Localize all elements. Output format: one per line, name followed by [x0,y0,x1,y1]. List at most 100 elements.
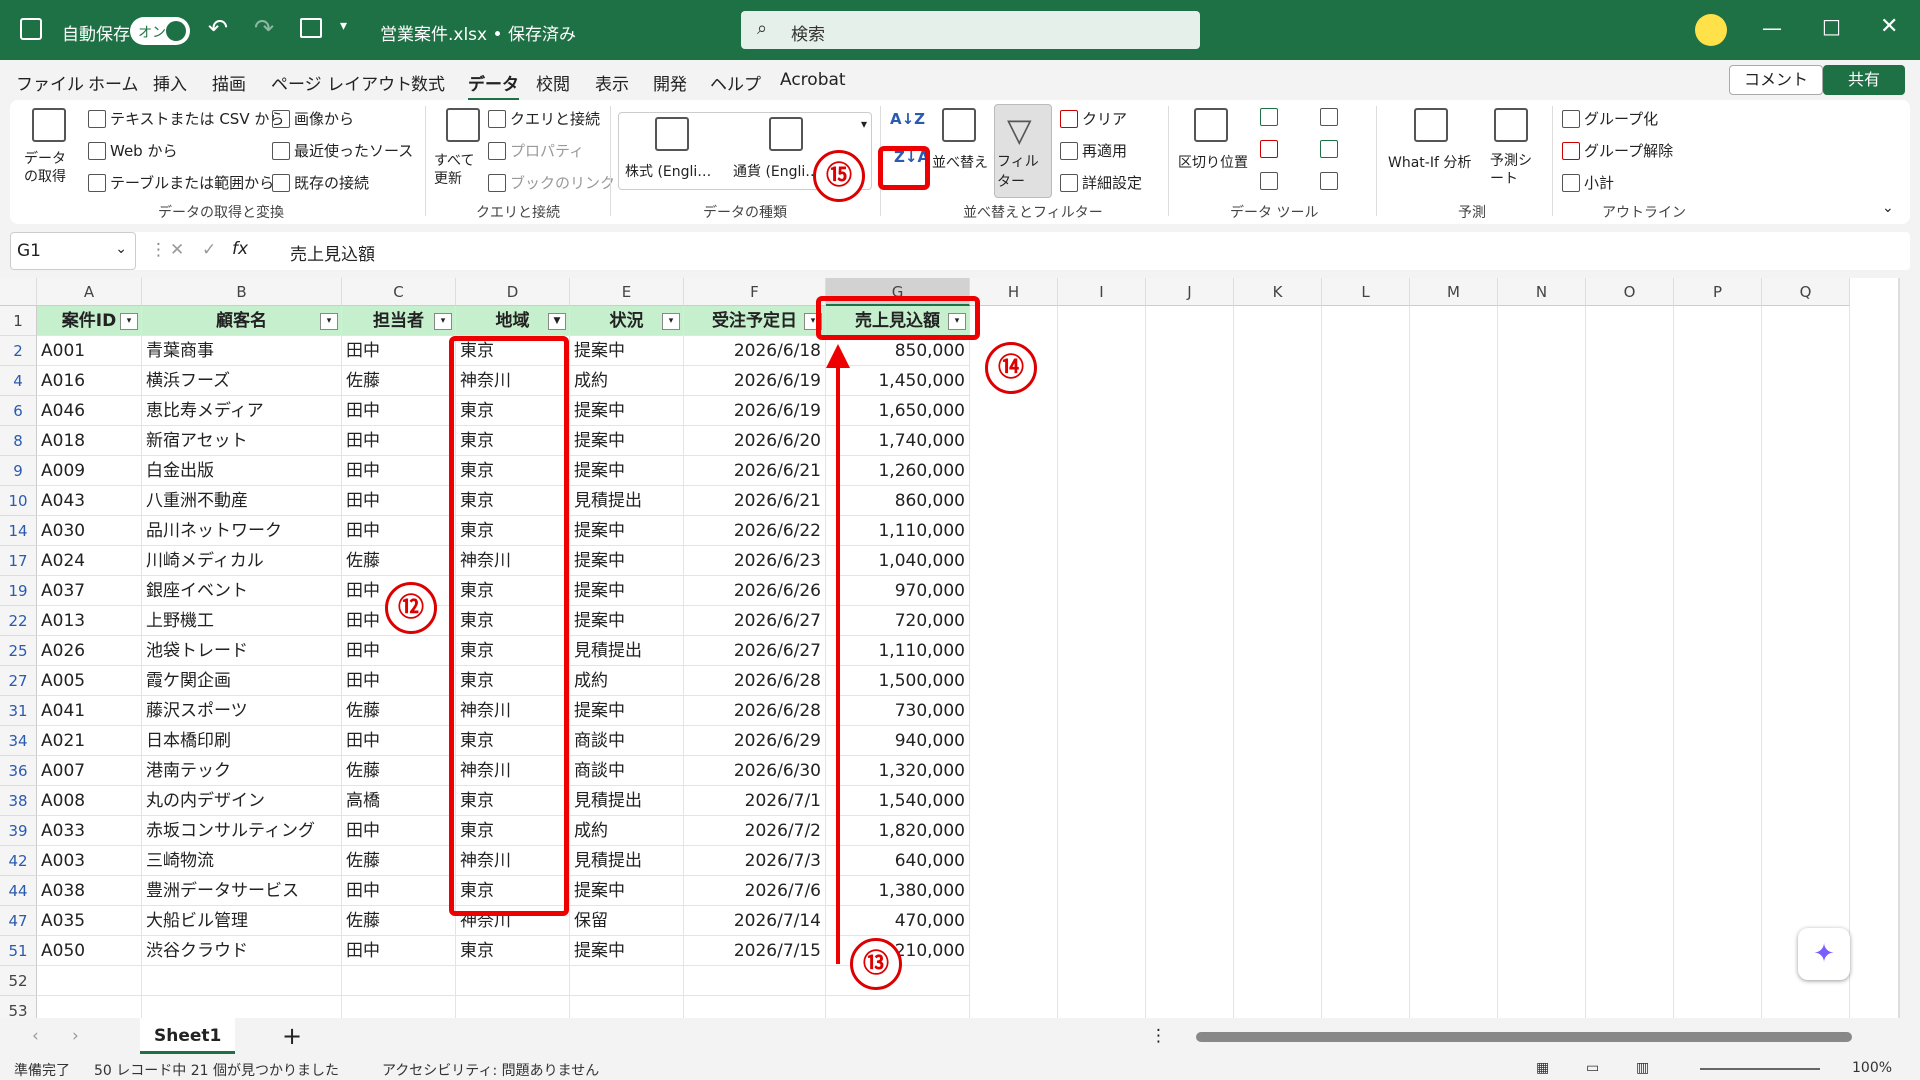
cell-owner[interactable]: 佐藤 [342,546,456,576]
cell-id[interactable]: A005 [37,666,142,696]
cell-amount[interactable]: 470,000 [826,906,970,936]
filter-dropdown-icon[interactable]: ▾ [120,313,138,330]
empty-cell[interactable] [456,966,570,996]
tab-developer[interactable]: 開発 [653,70,687,95]
consolidate-icon[interactable] [1320,108,1338,126]
cell-id[interactable]: A008 [37,786,142,816]
tab-acrobat[interactable]: Acrobat [780,70,846,90]
column-header[interactable]: A [37,278,142,306]
minimize-icon[interactable]: — [1762,16,1782,40]
cell-customer[interactable]: 藤沢スポーツ [142,696,342,726]
cell-customer[interactable]: 恵比寿メディア [142,396,342,426]
cell-status[interactable]: 提案中 [570,696,684,726]
status-accessibility[interactable]: アクセシビリティ: 問題ありません [382,1060,599,1080]
add-sheet-button[interactable]: + [282,1022,302,1050]
cell-status[interactable]: 見積提出 [570,846,684,876]
customize-qat-icon[interactable]: ▾ [340,18,347,34]
column-header[interactable]: O [1586,278,1674,306]
from-image-button[interactable]: 画像から [272,108,354,129]
insert-function-button[interactable]: fx [232,239,248,259]
row-header[interactable]: 31 [0,696,37,726]
column-header[interactable]: D [456,278,570,306]
advanced-filter-button[interactable]: 詳細設定 [1060,172,1142,193]
stocks-button[interactable]: 株式 (Engli… [625,161,711,181]
cell-owner[interactable]: 佐藤 [342,906,456,936]
row-header[interactable]: 14 [0,516,37,546]
select-all-corner[interactable] [0,278,37,306]
cell-owner[interactable]: 田中 [342,816,456,846]
cell-id[interactable]: A021 [37,726,142,756]
cell-date[interactable]: 2026/7/2 [684,816,826,846]
column-header[interactable]: I [1058,278,1146,306]
from-text-csv-button[interactable]: テキストまたは CSV から [88,108,284,129]
cell-date[interactable]: 2026/6/27 [684,636,826,666]
cell-id[interactable]: A013 [37,606,142,636]
cell-amount[interactable]: 1,540,000 [826,786,970,816]
cancel-icon[interactable]: ✕ [170,240,184,260]
cell-date[interactable]: 2026/7/3 [684,846,826,876]
row-header[interactable]: 22 [0,606,37,636]
row-header[interactable]: 38 [0,786,37,816]
forecast-sheet-button[interactable]: 予測シート [1490,152,1532,188]
header-cell[interactable]: 地域 ▼ [456,306,570,336]
cell-amount[interactable]: 1,820,000 [826,816,970,846]
enter-icon[interactable]: ✓ [202,240,216,260]
zoom-level[interactable]: 100% [1852,1060,1892,1076]
cell-amount[interactable]: 1,500,000 [826,666,970,696]
empty-cell[interactable] [37,966,142,996]
cell-status[interactable]: 提案中 [570,876,684,906]
cell-id[interactable]: A024 [37,546,142,576]
cell-customer[interactable]: 川崎メディカル [142,546,342,576]
tab-review[interactable]: 校閲 [536,70,570,95]
row-header[interactable]: 6 [0,396,37,426]
tab-home[interactable]: ホーム [88,70,139,95]
row-header[interactable]: 17 [0,546,37,576]
column-header[interactable]: Q [1762,278,1850,306]
cell-owner[interactable]: 田中 [342,636,456,666]
cell-date[interactable]: 2026/6/21 [684,486,826,516]
cell-id[interactable]: A037 [37,576,142,606]
row-header[interactable]: 52 [0,966,37,996]
cell-status[interactable]: 提案中 [570,396,684,426]
cell-id[interactable]: A009 [37,456,142,486]
cell-amount[interactable]: 1,650,000 [826,396,970,426]
cell-date[interactable]: 2026/6/21 [684,456,826,486]
empty-cell[interactable] [570,966,684,996]
cell-owner[interactable]: 佐藤 [342,366,456,396]
cell-owner[interactable]: 田中 [342,726,456,756]
scroll-right-icon[interactable]: › [72,1026,79,1046]
cell-amount[interactable]: 1,740,000 [826,426,970,456]
refresh-all-button[interactable]: すべて更新 [434,152,486,188]
cell-status[interactable]: 見積提出 [570,636,684,666]
cell-status[interactable]: 成約 [570,666,684,696]
comment-button[interactable]: コメント [1729,65,1823,95]
column-header[interactable]: K [1234,278,1322,306]
recent-sources-button[interactable]: 最近使ったソース [272,140,413,161]
collapse-ribbon-icon[interactable]: ⌄ [1882,200,1894,216]
column-header[interactable]: J [1146,278,1234,306]
formula-input[interactable]: 売上見込額 [290,240,375,265]
get-data-button[interactable]: データの取得 [24,150,68,186]
cell-owner[interactable]: 田中 [342,516,456,546]
cell-id[interactable]: A041 [37,696,142,726]
cell-date[interactable]: 2026/6/22 [684,516,826,546]
cell-owner[interactable]: 田中 [342,486,456,516]
text-to-columns-button[interactable]: 区切り位置 [1178,152,1248,172]
row-header[interactable]: 39 [0,816,37,846]
close-icon[interactable]: ✕ [1880,14,1898,39]
data-validation-icon[interactable] [1260,172,1278,190]
cell-id[interactable]: A033 [37,816,142,846]
queries-connections-button[interactable]: クエリと接続 [488,108,600,129]
cell-owner[interactable]: 田中 [342,666,456,696]
header-cell[interactable]: 顧客名 ▾ [142,306,342,336]
cell-date[interactable]: 2026/7/14 [684,906,826,936]
cell-owner[interactable]: 田中 [342,336,456,366]
cell-owner[interactable]: 佐藤 [342,756,456,786]
row-header[interactable]: 25 [0,636,37,666]
row-header[interactable]: 8 [0,426,37,456]
share-button[interactable]: 共有 [1823,65,1905,95]
cell-status[interactable]: 提案中 [570,936,684,966]
cell-id[interactable]: A001 [37,336,142,366]
cell-status[interactable]: 見積提出 [570,486,684,516]
column-header[interactable]: P [1674,278,1762,306]
